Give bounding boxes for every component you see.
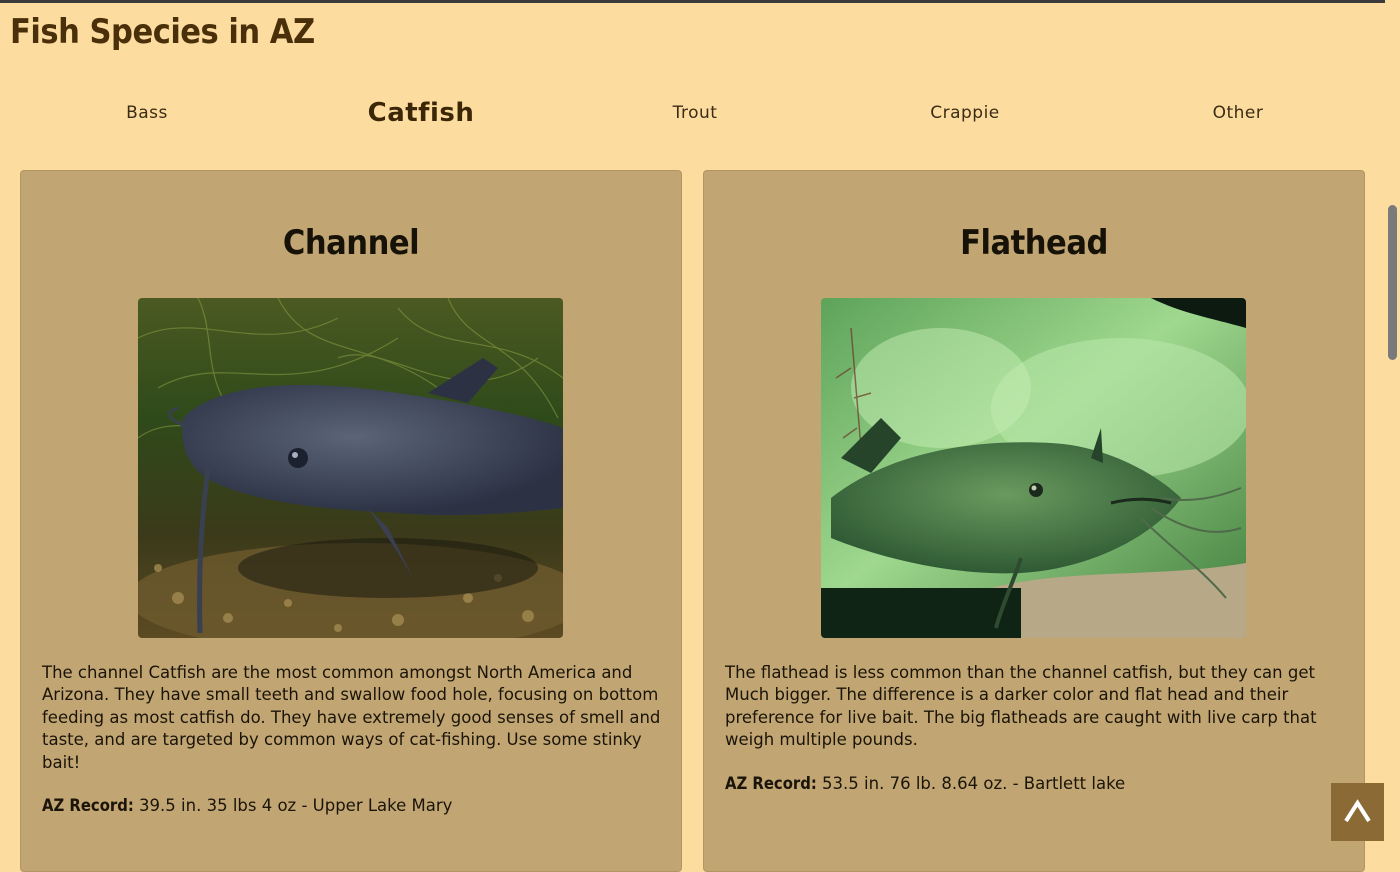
record-value: 39.5 in. 35 lbs 4 oz - Upper Lake Mary [133, 796, 453, 815]
species-nav: Bass Catfish Trout Crappie Other [10, 90, 1384, 136]
species-card-flathead: Flathead The flathead is less common tha… [703, 170, 1365, 872]
record-value: 53.5 in. 76 lb. 8.64 oz. - Bartlett lake [816, 774, 1126, 793]
card-description: The channel Catfish are the most common … [42, 663, 661, 772]
window-top-border [0, 0, 1400, 3]
card-record: AZ Record: 39.5 in. 35 lbs 4 oz - Upper … [42, 794, 667, 818]
record-label: AZ Record: [725, 774, 817, 793]
page-title: Fish Species in AZ [10, 12, 315, 52]
nav-item-crappie[interactable]: Crappie [828, 90, 1102, 136]
nav-item-trout[interactable]: Trout [558, 90, 832, 136]
nav-item-catfish[interactable]: Catfish [284, 90, 558, 136]
record-label: AZ Record: [42, 796, 134, 815]
card-description: The flathead is less common than the cha… [725, 663, 1317, 750]
card-record: AZ Record: 53.5 in. 76 lb. 8.64 oz. - Ba… [725, 772, 1350, 796]
channel-catfish-image [138, 298, 563, 638]
flathead-catfish-image [821, 298, 1246, 638]
card-title: Flathead [960, 223, 1108, 263]
chevron-up-icon [1344, 799, 1371, 823]
scrollbar-thumb[interactable] [1388, 205, 1397, 360]
species-card-channel: Channel The channel Catfish are the most… [20, 170, 682, 872]
nav-item-other[interactable]: Other [1101, 90, 1375, 136]
back-to-top-button[interactable] [1331, 783, 1384, 841]
page-scrollbar[interactable] [1385, 0, 1400, 841]
card-title: Channel [282, 223, 420, 263]
nav-item-bass[interactable]: Bass [10, 90, 284, 136]
